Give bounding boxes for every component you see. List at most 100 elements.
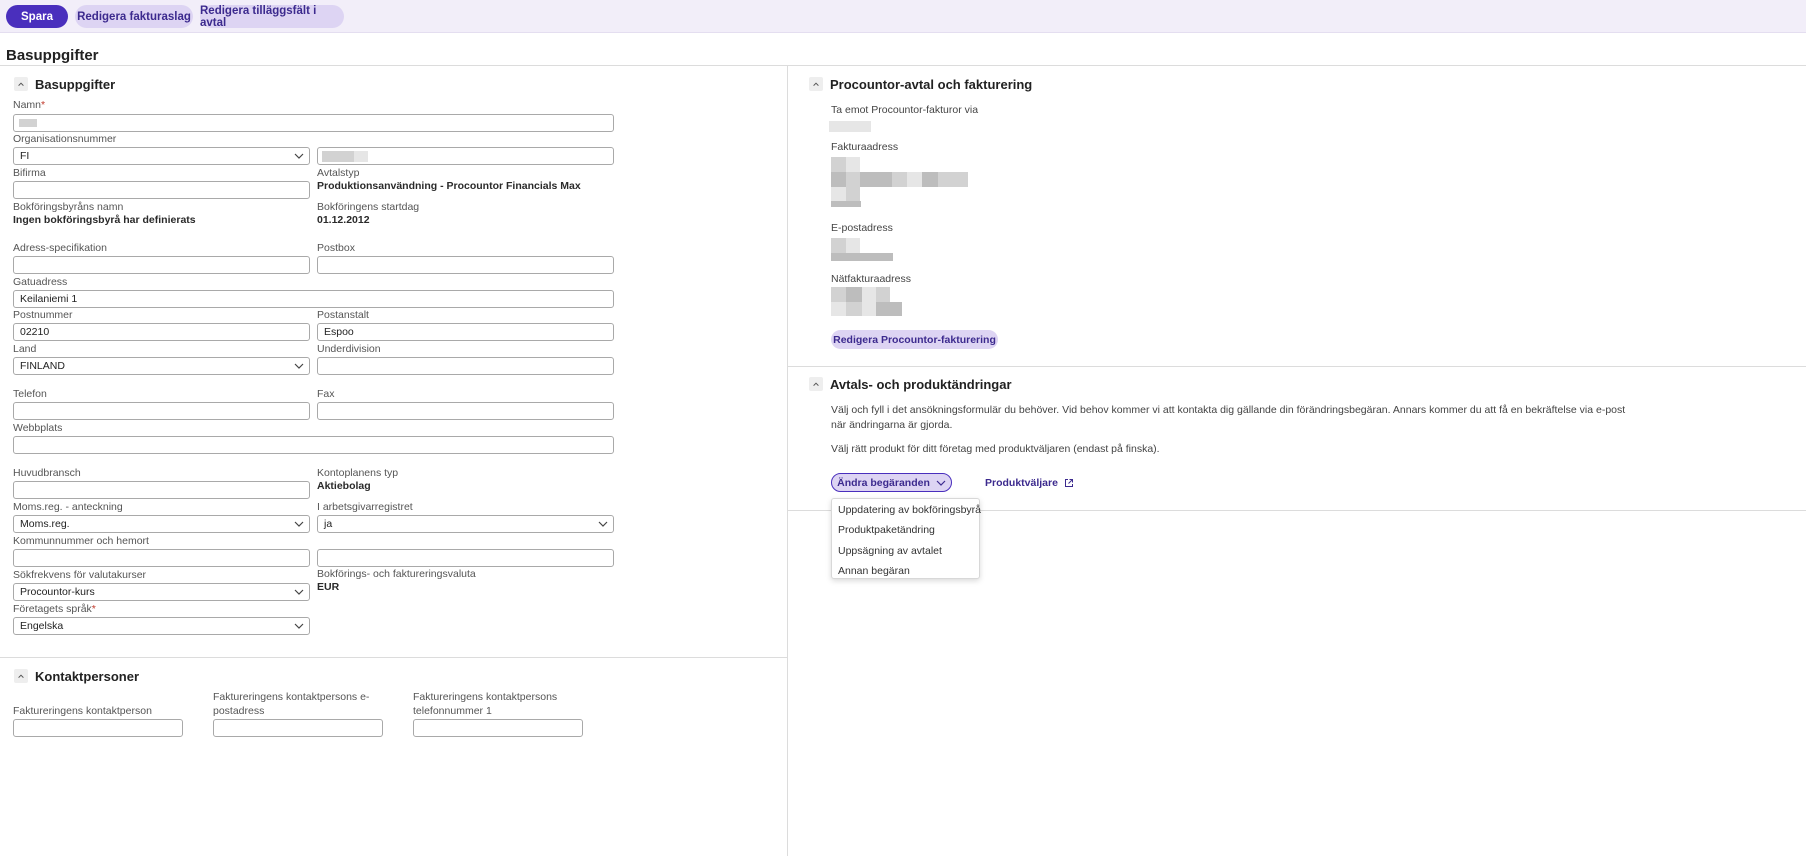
- chevron-up-icon: [813, 82, 819, 86]
- address-spec-field[interactable]: [13, 256, 310, 274]
- change-requests-dropdown-button[interactable]: Ändra begäranden: [831, 473, 952, 492]
- billing-phone-label: Faktureringens kontaktpersons: [413, 691, 558, 703]
- menu-item-other-request[interactable]: Annan begäran: [838, 565, 910, 577]
- vat-value: Moms.reg.: [20, 518, 70, 530]
- billing-contact-label: Faktureringens kontaktperson: [13, 705, 152, 717]
- chevron-up-icon: [18, 82, 24, 86]
- street-label: Gatuadress: [13, 276, 68, 288]
- product-selector-link[interactable]: Produktväljare: [985, 477, 1074, 489]
- chevron-down-icon: [936, 480, 946, 486]
- invoice-address-label: Fakturaadress: [831, 141, 899, 153]
- postcode-value: 02210: [20, 326, 50, 338]
- phone-field[interactable]: [13, 402, 310, 420]
- section-title-changes: Avtals- och produktändringar: [830, 377, 1012, 392]
- pobox-label: Postbox: [317, 242, 355, 254]
- employer-select[interactable]: ja: [317, 515, 614, 533]
- postcode-field[interactable]: 02210: [13, 323, 310, 341]
- chevron-down-icon: [294, 521, 304, 527]
- address-spec-label: Adress-specifikation: [13, 242, 107, 254]
- redacted-value: [322, 151, 354, 162]
- vat-label: Moms.reg. - anteckning: [13, 501, 123, 513]
- section-title-procountor: Procountor-avtal och fakturering: [830, 77, 1033, 92]
- fx-value: Procountor-kurs: [20, 586, 95, 598]
- org-country-select[interactable]: FI: [13, 147, 310, 165]
- contract-type-label: Avtalstyp: [317, 167, 360, 179]
- industry-field[interactable]: [13, 481, 310, 499]
- chart-type-value: Aktiebolag: [317, 480, 371, 492]
- street-field[interactable]: Keilaniemi 1: [13, 290, 614, 308]
- edit-procountor-invoicing-button[interactable]: Redigera Procountor-fakturering: [831, 330, 998, 349]
- country-select[interactable]: FINLAND: [13, 357, 310, 375]
- chevron-down-icon: [598, 521, 608, 527]
- section-title-basic: Basuppgifter: [35, 77, 116, 92]
- org-country-value: FI: [20, 150, 30, 162]
- city-value: Espoo: [324, 326, 354, 338]
- changes-description-line-1: Välj och fyll i det ansökningsformulär d…: [831, 404, 1626, 416]
- contract-type-value: Produktionsanvändning - Procountor Finan…: [317, 180, 581, 192]
- billing-email-label: Faktureringens kontaktpersons e-: [213, 691, 370, 703]
- redacted-value: [19, 119, 37, 127]
- subdivision-field[interactable]: [317, 357, 614, 375]
- page-title: Basuppgifter: [6, 47, 99, 64]
- city-field[interactable]: Espoo: [317, 323, 614, 341]
- fax-field[interactable]: [317, 402, 614, 420]
- column-divider: [787, 66, 788, 856]
- save-button[interactable]: Spara: [6, 5, 68, 28]
- collapse-changes-button[interactable]: [809, 377, 823, 391]
- bookkeeping-start-value: 01.12.2012: [317, 214, 370, 226]
- chevron-up-icon: [18, 674, 24, 678]
- currency-label: Bokförings- och faktureringsvaluta: [317, 568, 476, 580]
- chevron-down-icon: [294, 363, 304, 369]
- edit-extra-fields-button[interactable]: Redigera tilläggsfält i avtal: [200, 5, 344, 29]
- receive-via-label: Ta emot Procountor-fakturor via: [831, 104, 979, 116]
- phone-label: Telefon: [13, 388, 47, 400]
- collapse-procountor-button[interactable]: [809, 77, 823, 91]
- billing-email-label-cont: postadress: [213, 705, 265, 717]
- country-label: Land: [13, 343, 37, 355]
- website-label: Webbplats: [13, 422, 63, 434]
- country-value: FINLAND: [20, 360, 65, 372]
- street-value: Keilaniemi 1: [20, 293, 78, 305]
- municipality-name-field[interactable]: [317, 549, 614, 567]
- menu-item-product-package-change[interactable]: Produktpaketändring: [838, 524, 935, 536]
- employer-label: I arbetsgivarregistret: [317, 501, 413, 513]
- divider: [0, 657, 787, 658]
- email-label: E-postadress: [831, 222, 893, 234]
- menu-item-update-accounting-office[interactable]: Uppdatering av bokföringsbyrå: [838, 504, 981, 516]
- city-label: Postanstalt: [317, 309, 369, 321]
- accounting-office-label: Bokföringsbyråns namn: [13, 201, 124, 213]
- collapse-contacts-button[interactable]: [14, 669, 28, 683]
- fx-select[interactable]: Procountor-kurs: [13, 583, 310, 601]
- website-field[interactable]: [13, 436, 614, 454]
- municipality-number-field[interactable]: [13, 549, 310, 567]
- billing-email-field[interactable]: [213, 719, 383, 737]
- edit-invoice-types-button[interactable]: Redigera fakturaslag: [75, 5, 193, 28]
- name-label: Namn*: [13, 99, 46, 111]
- fax-label: Fax: [317, 388, 335, 400]
- vat-select[interactable]: Moms.reg.: [13, 515, 310, 533]
- bookkeeping-start-label: Bokföringens startdag: [317, 201, 420, 213]
- product-selector-label: Produktväljare: [985, 477, 1058, 489]
- section-title-contacts: Kontaktpersoner: [35, 669, 140, 684]
- redacted-value: [354, 151, 368, 162]
- collapse-basic-button[interactable]: [14, 77, 28, 91]
- org-number-label: Organisationsnummer: [13, 133, 117, 145]
- fx-label: Sökfrekvens för valutakurser: [13, 569, 147, 581]
- pobox-field[interactable]: [317, 256, 614, 274]
- name-field[interactable]: [13, 114, 614, 132]
- org-number-field[interactable]: [317, 147, 614, 165]
- toolbar: Spara Redigera fakturaslag Redigera till…: [0, 0, 1806, 33]
- external-link-icon: [1064, 479, 1073, 487]
- language-select[interactable]: Engelska: [13, 617, 310, 635]
- chart-type-label: Kontoplanens typ: [317, 467, 399, 479]
- changes-description-line-2: när ändringarna är gjorda.: [831, 419, 953, 431]
- secondary-name-field[interactable]: [13, 181, 310, 199]
- currency-value: EUR: [317, 581, 340, 593]
- einvoice-label: Nätfakturaadress: [831, 273, 911, 285]
- billing-contact-field[interactable]: [13, 719, 183, 737]
- billing-phone-field[interactable]: [413, 719, 583, 737]
- accounting-office-value: Ingen bokföringsbyrå har definierats: [13, 214, 196, 226]
- language-label: Företagets språk*: [13, 603, 96, 615]
- subdivision-label: Underdivision: [317, 343, 381, 355]
- menu-item-terminate-contract[interactable]: Uppsägning av avtalet: [838, 545, 942, 557]
